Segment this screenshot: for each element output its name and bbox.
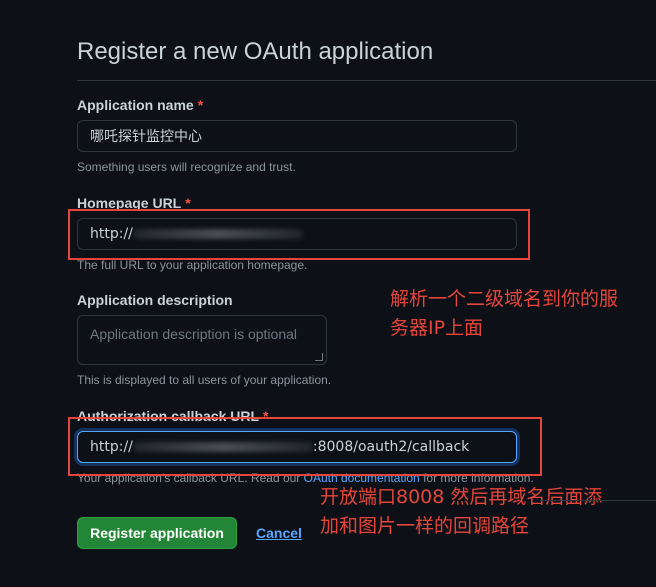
- annotation-line: 加和图片一样的回调路径: [320, 515, 530, 537]
- app-name-hint: Something users will recognize and trust…: [77, 160, 296, 174]
- register-application-button[interactable]: Register application: [77, 517, 237, 549]
- description-label: Application description: [77, 292, 233, 308]
- app-name-label: Application name *: [77, 97, 203, 113]
- required-mark: *: [197, 97, 204, 113]
- resize-grip-icon[interactable]: [315, 353, 323, 361]
- cancel-link[interactable]: Cancel: [256, 525, 302, 541]
- annotation-line: 务器IP上面: [390, 317, 484, 339]
- app-name-label-text: Application name: [77, 97, 194, 113]
- annotation-note-domain: 解析一个二级域名到你的服 务器IP上面: [390, 285, 618, 343]
- app-name-value: 哪吒探针监控中心: [90, 129, 202, 145]
- divider: [540, 500, 656, 501]
- annotation-note-port: 开放端口8008 然后再域名后面添 加和图片一样的回调路径: [320, 483, 602, 541]
- annotation-box-homepage: [68, 209, 530, 260]
- description-textarea[interactable]: Application description is optional: [77, 315, 327, 365]
- annotation-line: 解析一个二级域名到你的服: [390, 288, 619, 310]
- title-divider: [77, 80, 656, 81]
- annotation-line: 开放端口8008 然后再域名后面添: [320, 486, 603, 508]
- description-hint: This is displayed to all users of your a…: [77, 373, 332, 387]
- annotation-box-callback: [68, 417, 542, 476]
- page-title: Register a new OAuth application: [77, 38, 434, 65]
- description-placeholder: Application description is optional: [90, 326, 298, 342]
- homepage-url-hint: The full URL to your application homepag…: [77, 258, 308, 272]
- app-name-input[interactable]: 哪吒探针监控中心: [77, 120, 517, 152]
